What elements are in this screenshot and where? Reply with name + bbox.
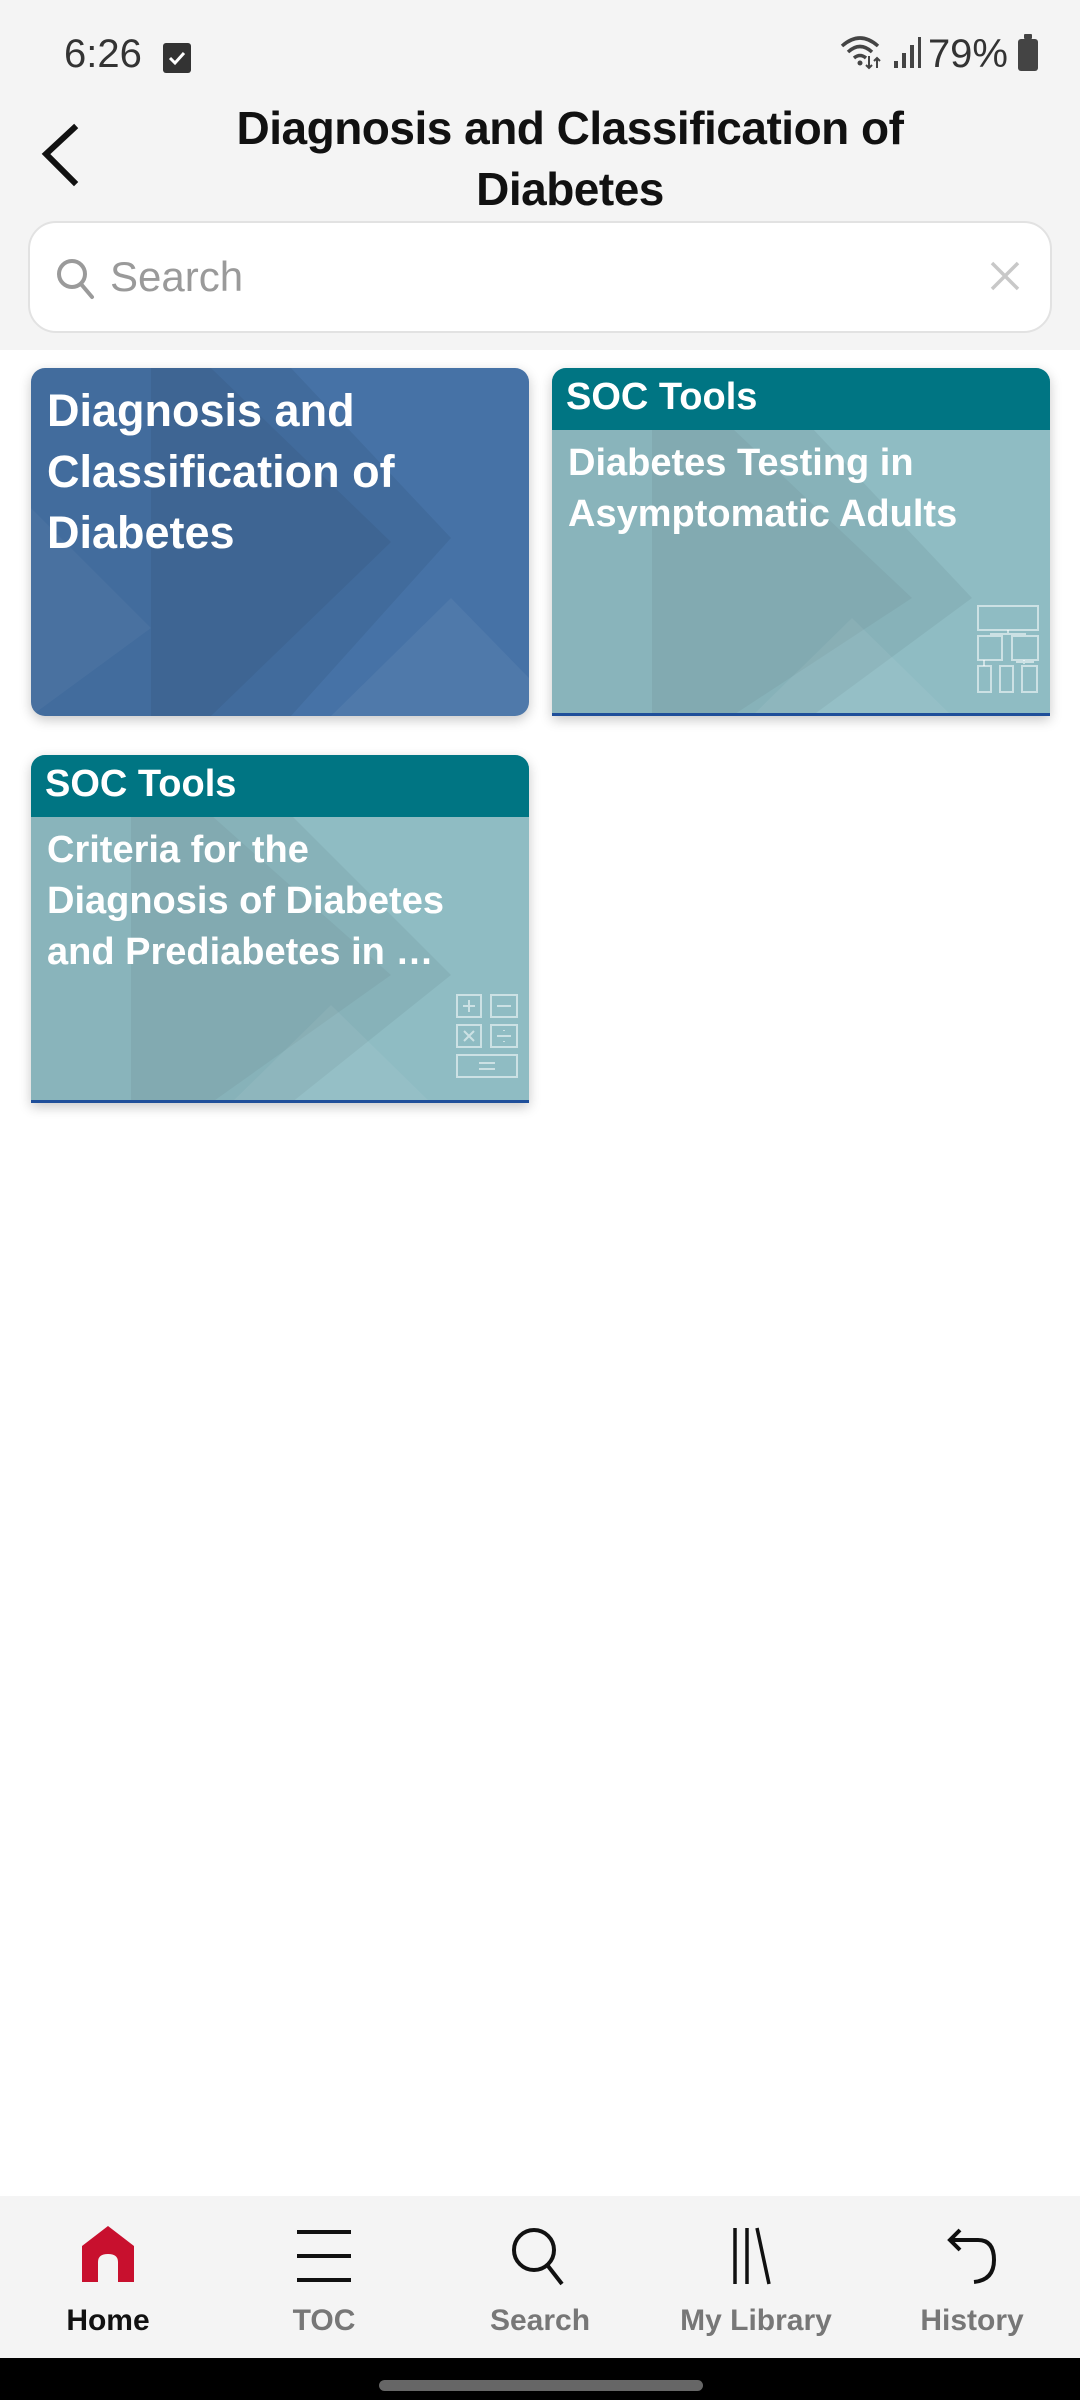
status-time: 6:26 [64, 32, 142, 76]
menu-icon [289, 2224, 359, 2288]
nav-item-search[interactable]: Search [432, 2196, 648, 2358]
calculator-icon [455, 993, 519, 1086]
search-icon [54, 257, 98, 306]
page-title: Diagnosis and Classification of Diabetes [236, 102, 904, 215]
chevron-left-icon [41, 123, 79, 187]
card-title: Diabetes Testing in Asymptomatic Adults [568, 442, 958, 535]
wifi-icon [838, 32, 886, 77]
checkbox-notification-icon [163, 43, 191, 73]
nav-label: TOC [292, 2304, 356, 2337]
bottom-nav: Home TOC Search My Library History [0, 2196, 1080, 2358]
close-icon[interactable] [988, 259, 1022, 298]
nav-label: History [920, 2304, 1024, 2337]
search-input[interactable] [110, 245, 970, 309]
flowchart-icon [976, 604, 1040, 699]
nav-label: My Library [680, 2304, 832, 2337]
search-box [28, 221, 1052, 333]
home-icon [73, 2224, 143, 2288]
undo-icon [937, 2224, 1007, 2288]
nav-item-my-library[interactable]: My Library [648, 2196, 864, 2358]
nav-label: Home [66, 2304, 150, 2337]
card-title: Diagnosis and Classification of Diabetes [47, 385, 395, 558]
chapter-card[interactable]: Diagnosis and Classification of Diabetes [31, 368, 529, 716]
nav-item-toc[interactable]: TOC [216, 2196, 432, 2358]
library-icon [721, 2224, 791, 2288]
battery-icon [1018, 33, 1038, 71]
status-bar: 6:26 79% [0, 0, 1080, 100]
app-header: Diagnosis and Classification of Diabetes [0, 100, 1080, 215]
signal-icon [892, 35, 922, 74]
back-button[interactable] [36, 120, 86, 190]
card-header: SOC Tools [552, 368, 1050, 430]
soc-tool-card[interactable]: SOC Tools Criteria for the Diagnosis of … [31, 755, 529, 1103]
card-header: SOC Tools [31, 755, 529, 817]
nav-item-history[interactable]: History [864, 2196, 1080, 2358]
status-indicators: 79% [838, 32, 1038, 77]
card-title: Criteria for the Diagnosis of Diabetes a… [47, 829, 444, 973]
home-indicator[interactable] [379, 2380, 703, 2391]
card-category-label: SOC Tools [566, 376, 758, 418]
system-navigation-bar [0, 2358, 1080, 2400]
battery-percent: 79% [927, 32, 1008, 76]
card-category-label: SOC Tools [45, 763, 237, 805]
nav-label: Search [489, 2304, 591, 2337]
soc-tool-card[interactable]: SOC Tools Diabetes Testing in Asymptomat… [552, 368, 1050, 716]
nav-item-home[interactable]: Home [0, 2196, 216, 2358]
search-icon [505, 2224, 575, 2288]
search-bar-container [0, 210, 1080, 350]
